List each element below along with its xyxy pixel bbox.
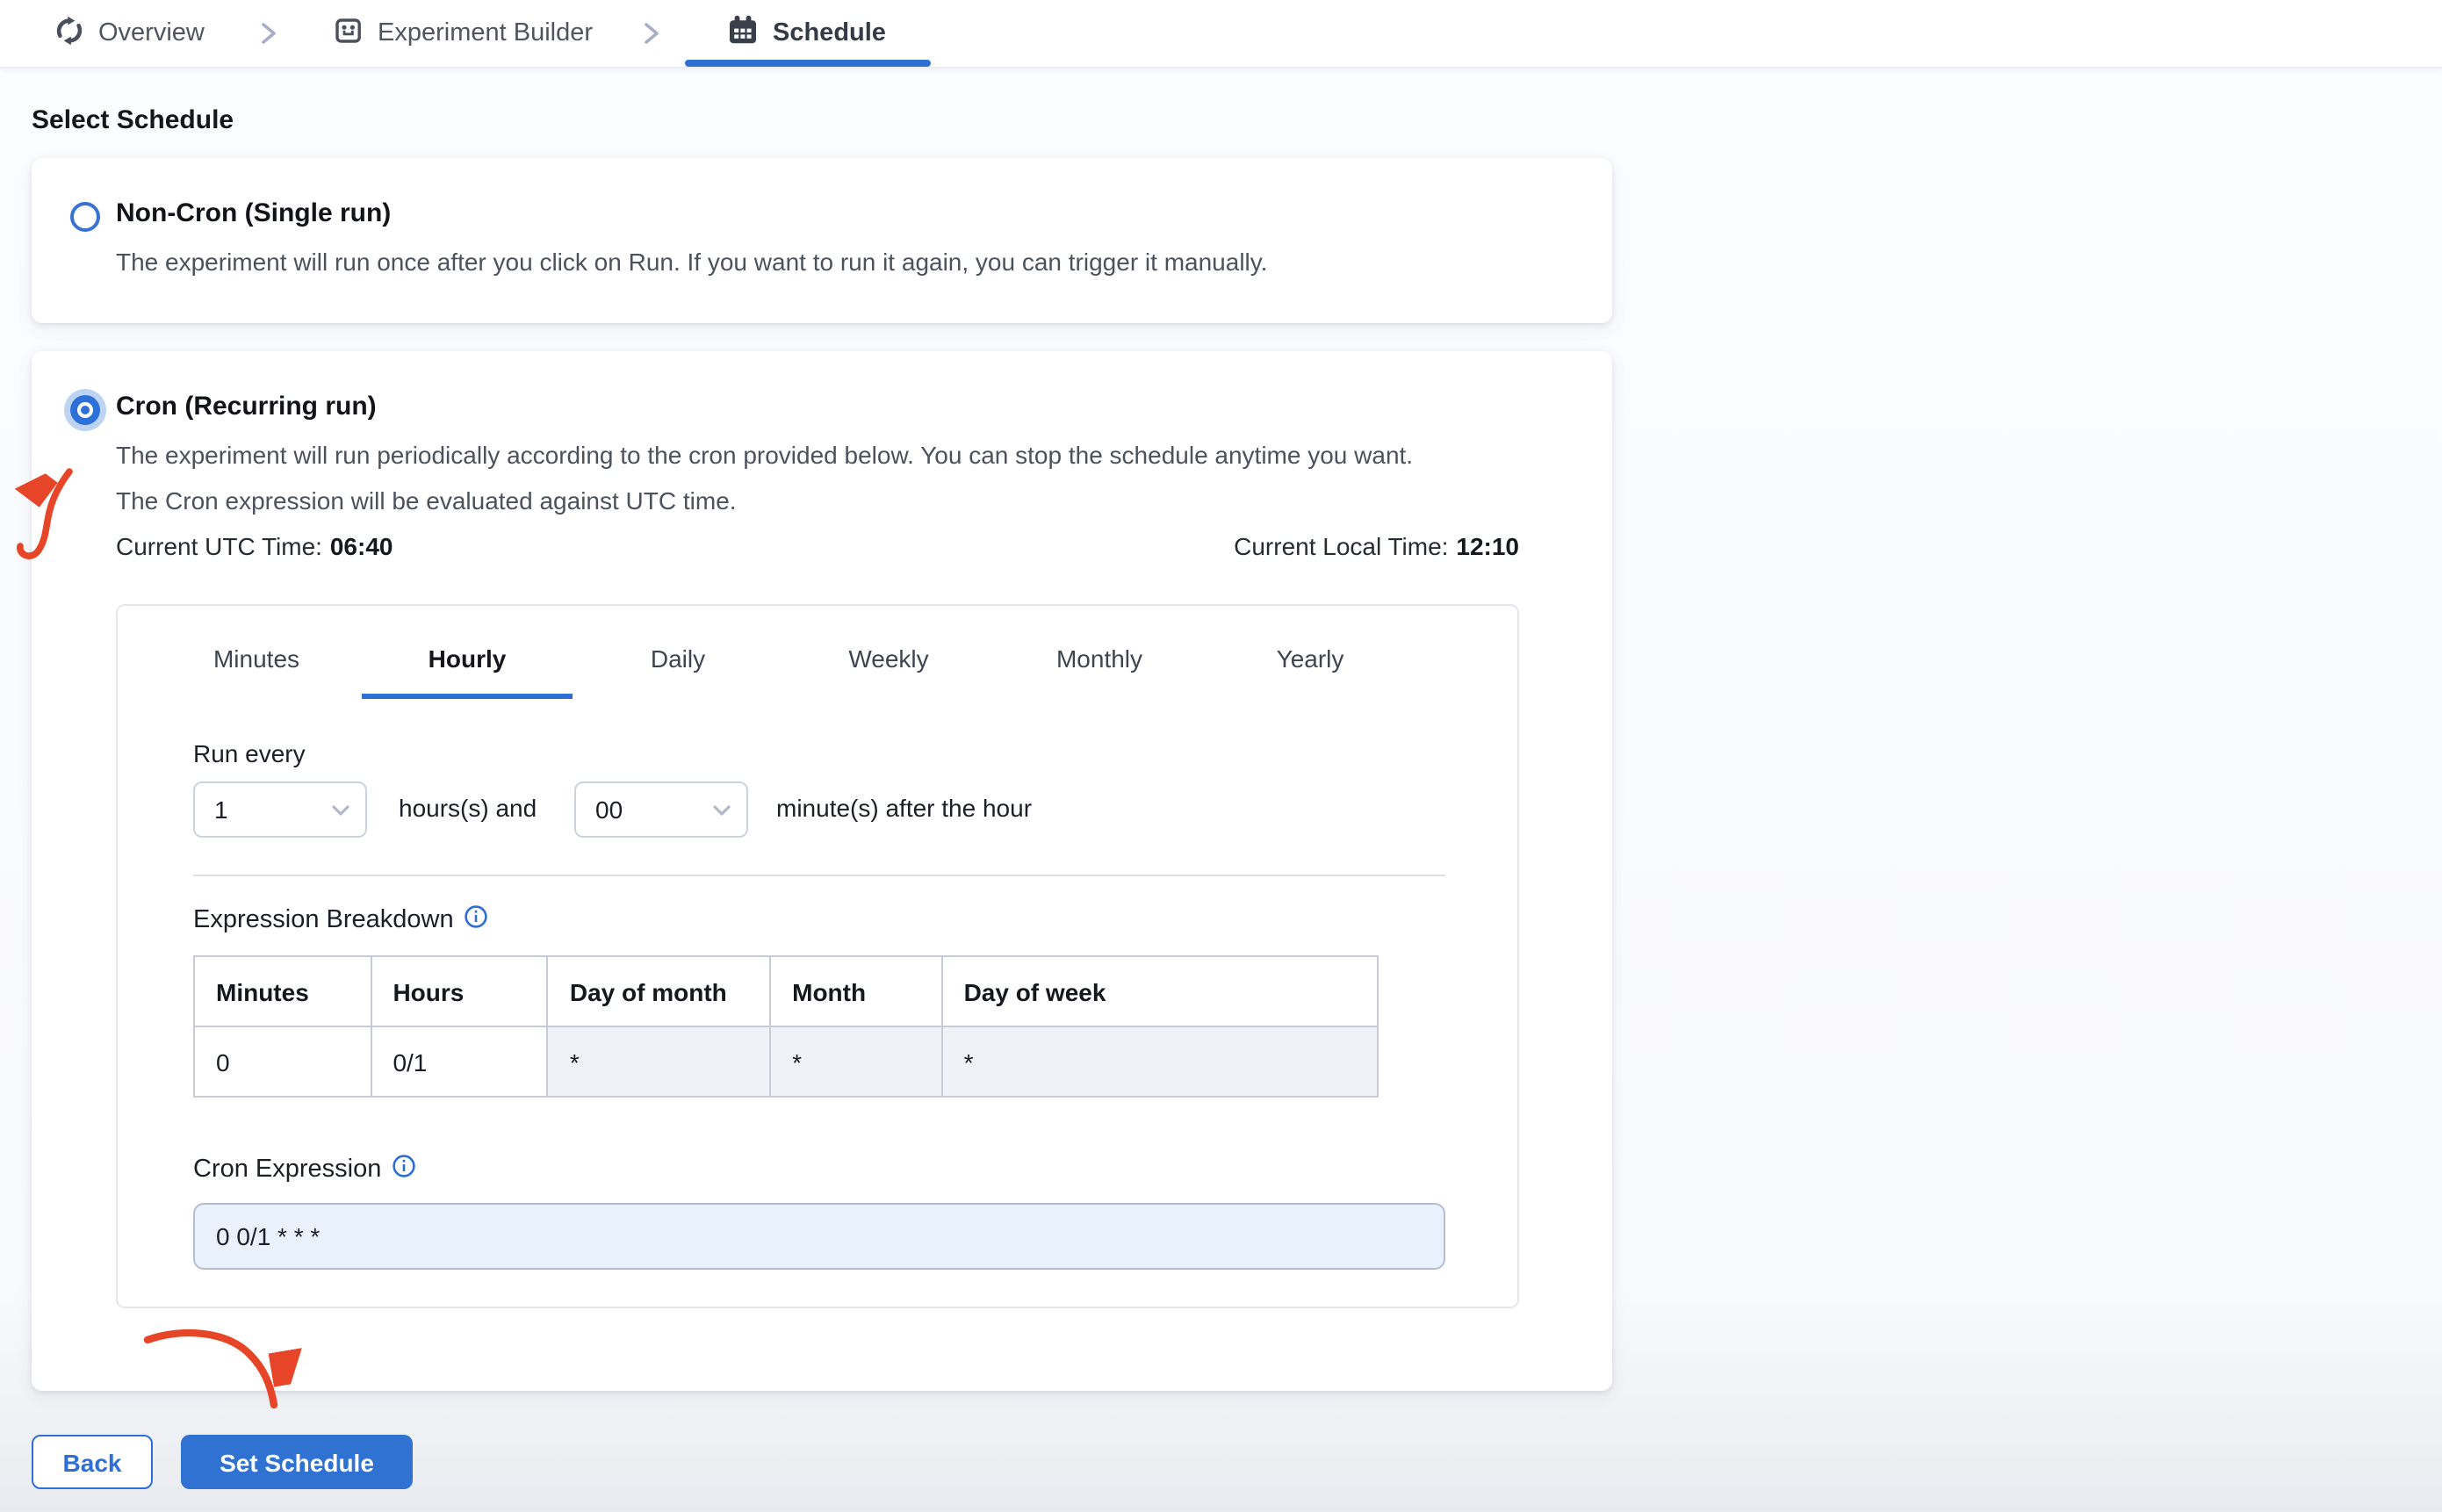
column-header: Minutes bbox=[195, 957, 371, 1027]
chevron-down-icon bbox=[713, 794, 731, 825]
cron-expression-input[interactable] bbox=[193, 1203, 1445, 1270]
chevron-down-icon bbox=[332, 794, 349, 825]
active-breadcrumb-underline bbox=[685, 60, 931, 67]
breadcrumb-item-overview[interactable]: Overview bbox=[54, 0, 205, 67]
info-icon[interactable] bbox=[465, 904, 489, 936]
tab-daily[interactable]: Daily bbox=[573, 623, 783, 694]
back-button[interactable]: Back bbox=[32, 1435, 153, 1489]
breakdown-minutes-value: 0 bbox=[195, 1027, 371, 1096]
tab-hourly[interactable]: Hourly bbox=[362, 623, 573, 694]
calendar-icon bbox=[727, 14, 759, 53]
set-schedule-button[interactable]: Set Schedule bbox=[181, 1435, 413, 1489]
breadcrumb-label: Overview bbox=[98, 19, 205, 47]
section-divider bbox=[193, 875, 1445, 876]
tab-monthly[interactable]: Monthly bbox=[994, 623, 1205, 694]
non-cron-title: Non-Cron (Single run) bbox=[116, 198, 392, 228]
current-utc-time: Current UTC Time: 06:40 bbox=[116, 532, 393, 560]
breakdown-hours-value: 0/1 bbox=[370, 1027, 547, 1096]
page-title: Select Schedule bbox=[32, 105, 234, 135]
hours-select-value: 1 bbox=[214, 796, 228, 824]
cron-expression-label: Cron Expression bbox=[193, 1154, 416, 1185]
minutes-select-value: 00 bbox=[595, 796, 623, 824]
cron-title: Cron (Recurring run) bbox=[116, 392, 377, 421]
table-header-row: Minutes Hours Day of month Month Day of … bbox=[195, 957, 1378, 1027]
column-header: Day of week bbox=[940, 957, 1378, 1027]
non-cron-description: The experiment will run once after you c… bbox=[116, 248, 1268, 276]
expression-breakdown-label: Expression Breakdown bbox=[193, 904, 489, 936]
current-local-time: Current Local Time: 12:10 bbox=[1234, 532, 1519, 560]
minutes-select[interactable]: 00 bbox=[574, 781, 748, 838]
non-cron-radio[interactable] bbox=[70, 202, 100, 232]
table-value-row: 0 0/1 * * * bbox=[195, 1027, 1378, 1096]
breakdown-month-value: * bbox=[769, 1027, 941, 1096]
tab-weekly[interactable]: Weekly bbox=[783, 623, 994, 694]
breadcrumb-item-schedule[interactable]: Schedule bbox=[727, 0, 886, 67]
cron-radio[interactable] bbox=[70, 395, 100, 425]
breadcrumb-label: Schedule bbox=[773, 19, 886, 47]
schedule-page: Overview Experiment Builder Schedule Sel… bbox=[0, 0, 2442, 1512]
breakdown-day-of-month-value: * bbox=[546, 1027, 770, 1096]
chevron-right-icon bbox=[643, 21, 660, 54]
breadcrumb: Overview Experiment Builder Schedule bbox=[0, 0, 2442, 68]
non-cron-option-card[interactable]: Non-Cron (Single run) The experiment wil… bbox=[32, 158, 1612, 323]
hours-suffix-label: hours(s) and bbox=[399, 794, 537, 822]
tab-yearly[interactable]: Yearly bbox=[1205, 623, 1415, 694]
cron-description-2: The Cron expression will be evaluated ag… bbox=[116, 486, 737, 515]
info-icon[interactable] bbox=[392, 1154, 416, 1185]
tab-minutes[interactable]: Minutes bbox=[151, 623, 362, 694]
cron-scheduler-panel: Minutes Hourly Daily Weekly Monthly Year… bbox=[116, 604, 1519, 1308]
hours-select[interactable]: 1 bbox=[193, 781, 367, 838]
breadcrumb-item-experiment-builder[interactable]: Experiment Builder bbox=[334, 0, 593, 67]
column-header: Hours bbox=[370, 957, 547, 1027]
chaos-overview-icon bbox=[54, 15, 84, 52]
experiment-builder-icon bbox=[334, 15, 364, 52]
active-tab-underline bbox=[362, 694, 573, 699]
column-header: Month bbox=[769, 957, 941, 1027]
chevron-right-icon bbox=[260, 21, 277, 54]
expression-breakdown-table: Minutes Hours Day of month Month Day of … bbox=[193, 955, 1379, 1098]
cron-option-card[interactable]: Cron (Recurring run) The experiment will… bbox=[32, 351, 1612, 1391]
column-header: Day of month bbox=[546, 957, 770, 1027]
breakdown-day-of-week-value: * bbox=[940, 1027, 1378, 1096]
breadcrumb-label: Experiment Builder bbox=[378, 19, 593, 47]
minutes-suffix-label: minute(s) after the hour bbox=[776, 794, 1033, 822]
run-every-label: Run every bbox=[193, 739, 306, 767]
cron-description-1: The experiment will run periodically acc… bbox=[116, 441, 1414, 469]
